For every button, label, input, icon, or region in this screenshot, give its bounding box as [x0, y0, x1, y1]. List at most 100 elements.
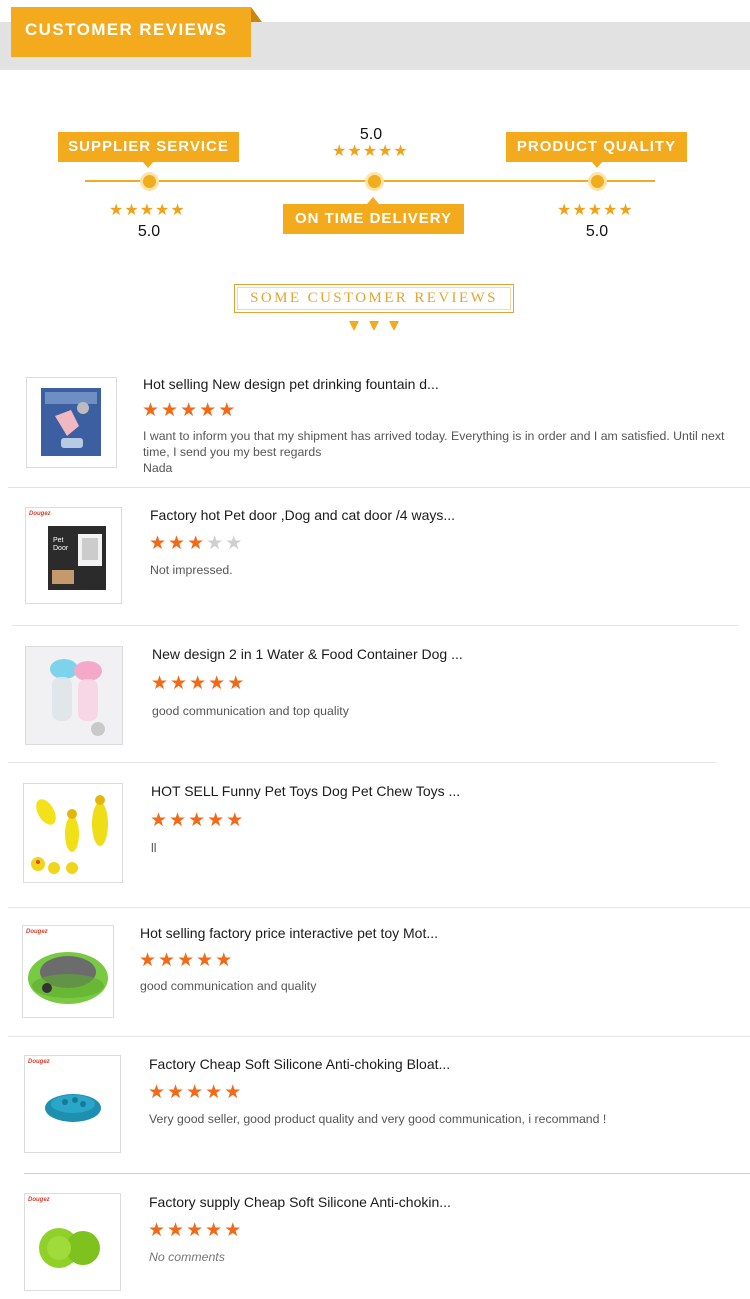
- star-icon: ★: [148, 1082, 166, 1103]
- review-product-title[interactable]: Factory hot Pet door ,Dog and cat door /…: [150, 507, 455, 523]
- product-quality-label: PRODUCT QUALITY: [506, 132, 687, 162]
- product-quality-pointer: [591, 161, 603, 168]
- star-icon: ★: [170, 202, 185, 219]
- star-icon: ★: [142, 400, 160, 421]
- star-icon: ★: [109, 202, 124, 219]
- review-product-title[interactable]: New design 2 in 1 Water & Food Container…: [152, 646, 463, 662]
- review-comment: good communication and quality: [140, 979, 317, 993]
- review-rating-stars: ★ ★ ★ ★ ★: [148, 1221, 241, 1240]
- product-thumbnail[interactable]: Dougez Pet Door: [25, 507, 122, 604]
- header-tab-fold: [251, 7, 262, 22]
- review-rating-stars: ★ ★ ★ ★ ★: [149, 534, 242, 553]
- star-icon: ★: [186, 1220, 204, 1241]
- star-icon: ★: [187, 533, 205, 554]
- arrow-down-icon: [349, 321, 359, 331]
- star-icon: ★: [186, 1082, 204, 1103]
- product-quality-stars: ★ ★ ★ ★ ★: [557, 203, 633, 219]
- star-icon: ★: [177, 950, 195, 971]
- page-title: CUSTOMER REVIEWS: [25, 20, 228, 39]
- product-thumbnail[interactable]: Dougez: [24, 1193, 121, 1291]
- star-icon: ★: [196, 950, 214, 971]
- on-time-delivery-score: 5.0: [359, 126, 383, 143]
- star-icon: ★: [618, 202, 633, 219]
- star-icon: ★: [149, 533, 167, 554]
- timeline-dot-delivery: [368, 175, 381, 188]
- review-comment: ll: [151, 841, 157, 855]
- review-rating-stars: ★ ★ ★ ★ ★: [142, 401, 235, 420]
- star-icon: ★: [207, 810, 225, 831]
- star-icon: ★: [215, 950, 233, 971]
- review-divider: [12, 625, 738, 626]
- star-icon: ★: [226, 810, 244, 831]
- pet-door-box-image: Pet Door: [48, 526, 106, 590]
- silicone-lick-mat-image: [39, 1228, 100, 1268]
- rubber-chicken-toys-image: [24, 784, 122, 882]
- review-rating-stars: ★ ★ ★ ★ ★: [139, 951, 232, 970]
- brand-logo: Dougez: [26, 929, 48, 935]
- review-divider: [8, 907, 750, 908]
- svg-text:Door: Door: [53, 545, 69, 552]
- star-empty-icon: ★: [225, 533, 243, 554]
- review-comment: Very good seller, good product quality a…: [149, 1112, 607, 1126]
- star-icon: ★: [347, 143, 362, 160]
- review-rating-stars: ★ ★ ★ ★ ★: [148, 1083, 241, 1102]
- star-icon: ★: [169, 810, 187, 831]
- review-product-title[interactable]: HOT SELL Funny Pet Toys Dog Pet Chew Toy…: [151, 783, 460, 799]
- review-product-title[interactable]: Factory supply Cheap Soft Silicone Anti-…: [149, 1194, 451, 1210]
- star-empty-icon: ★: [206, 533, 224, 554]
- reviewer-name: Nada: [143, 461, 173, 475]
- brand-logo: Dougez: [28, 1197, 50, 1203]
- product-thumbnail[interactable]: [25, 646, 123, 745]
- review-comment: Not impressed.: [150, 563, 233, 577]
- review-comment: good communication and top quality: [152, 704, 349, 718]
- supplier-service-label: SUPPLIER SERVICE: [58, 132, 239, 162]
- product-quality-score: 5.0: [585, 223, 609, 240]
- star-icon: ★: [393, 143, 408, 160]
- star-icon: ★: [205, 1220, 223, 1241]
- star-icon: ★: [332, 143, 347, 160]
- review-product-title[interactable]: Hot selling factory price interactive pe…: [140, 925, 438, 941]
- star-icon: ★: [139, 202, 155, 219]
- box-label: Pet: [53, 537, 64, 544]
- supplier-service-score: 5.0: [137, 223, 161, 240]
- star-icon: ★: [587, 202, 603, 219]
- product-thumbnail[interactable]: Dougez: [24, 1055, 121, 1153]
- star-icon: ★: [139, 950, 157, 971]
- product-thumbnail[interactable]: Dougez: [22, 925, 114, 1018]
- star-icon: ★: [168, 533, 186, 554]
- star-icon: ★: [224, 1220, 242, 1241]
- star-icon: ★: [572, 202, 587, 219]
- review-divider: [8, 762, 716, 763]
- star-icon: ★: [155, 202, 170, 219]
- star-icon: ★: [208, 673, 226, 694]
- star-icon: ★: [199, 400, 217, 421]
- review-divider: [8, 1036, 750, 1037]
- star-icon: ★: [180, 400, 198, 421]
- star-icon: ★: [150, 810, 168, 831]
- star-icon: ★: [151, 673, 169, 694]
- star-icon: ★: [124, 202, 139, 219]
- star-icon: ★: [224, 1082, 242, 1103]
- product-thumbnail[interactable]: [26, 377, 117, 468]
- water-food-container-image: [26, 647, 122, 744]
- star-icon: ★: [378, 143, 393, 160]
- silicone-slow-feeder-image: [45, 1094, 101, 1122]
- brand-logo: Dougez: [28, 1059, 50, 1065]
- review-rating-stars: ★ ★ ★ ★ ★: [151, 674, 244, 693]
- supplier-service-stars: ★ ★ ★ ★ ★: [109, 203, 185, 219]
- review-divider: [8, 487, 750, 488]
- review-product-title[interactable]: Hot selling New design pet drinking foun…: [143, 376, 439, 392]
- arrow-down-icon: [389, 321, 399, 331]
- product-thumbnail[interactable]: [23, 783, 123, 883]
- review-comment: I want to inform you that my shipment ha…: [143, 429, 725, 459]
- star-icon: ★: [148, 1220, 166, 1241]
- arrow-down-icon: [369, 321, 379, 331]
- timeline-dot-quality: [591, 175, 604, 188]
- star-icon: ★: [189, 673, 207, 694]
- star-icon: ★: [167, 1220, 185, 1241]
- review-comment: No comments: [149, 1250, 225, 1264]
- star-icon: ★: [158, 950, 176, 971]
- review-product-title[interactable]: Factory Cheap Soft Silicone Anti-choking…: [149, 1056, 450, 1072]
- star-icon: ★: [603, 202, 618, 219]
- cat-scratch-toy-image: [28, 952, 108, 1004]
